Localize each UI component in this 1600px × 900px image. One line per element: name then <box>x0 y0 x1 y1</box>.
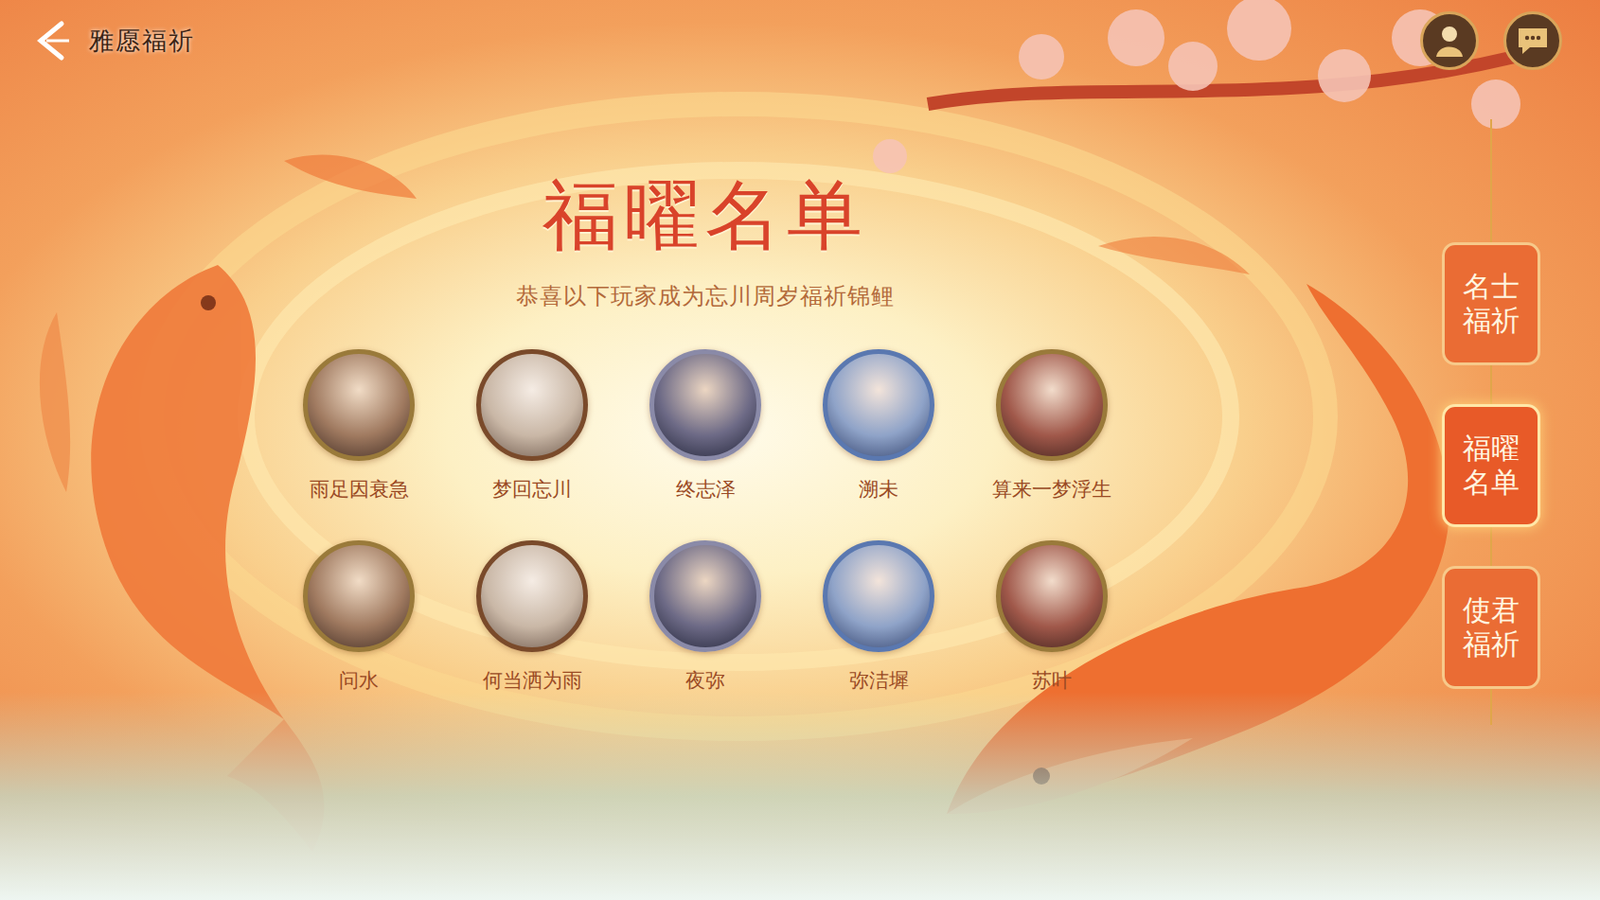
winner-avatar <box>465 530 599 663</box>
winner-name: 问水 <box>338 668 379 694</box>
panel-subtitle: 恭喜以下玩家成为忘川周岁福祈锦鲤 <box>515 282 895 311</box>
winner-card[interactable]: 问水 <box>272 530 446 694</box>
winner-name: 梦回忘川 <box>492 477 572 502</box>
winner-avatar <box>812 338 945 472</box>
side-tab[interactable]: 福曜名单 <box>1441 404 1541 528</box>
winner-name: 弥洁墀 <box>849 668 909 694</box>
winner-card[interactable]: 算来一梦浮生 <box>965 338 1139 502</box>
winner-card[interactable]: 终志泽 <box>619 338 793 502</box>
back-arrow-icon[interactable] <box>28 17 76 65</box>
character-button[interactable] <box>1420 11 1479 71</box>
winner-avatar <box>639 338 772 472</box>
winner-name: 算来一梦浮生 <box>992 477 1112 502</box>
winner-card[interactable]: 何当洒为雨 <box>445 530 620 694</box>
winner-name: 苏叶 <box>1031 668 1072 694</box>
chat-bubble-icon <box>1514 24 1551 57</box>
winner-name: 何当洒为雨 <box>482 668 583 694</box>
winner-name: 终志泽 <box>675 477 736 502</box>
winner-name: 雨足因衰急 <box>309 477 409 502</box>
winner-card[interactable]: 溯未 <box>792 338 966 502</box>
character-icon <box>1431 22 1468 59</box>
background-decor <box>0 0 1600 900</box>
winner-card[interactable]: 雨足因衰急 <box>272 338 446 502</box>
winner-avatar <box>465 338 599 472</box>
winner-name: 夜弥 <box>685 668 726 694</box>
header: 雅愿福祈 <box>0 0 1600 82</box>
winner-card[interactable]: 苏叶 <box>965 530 1139 694</box>
side-tab-label: 福曜名单 <box>1462 431 1520 500</box>
winner-card[interactable]: 夜弥 <box>619 530 793 694</box>
winner-avatar <box>812 530 945 663</box>
winner-name: 溯未 <box>858 477 899 502</box>
winner-avatar <box>292 530 426 663</box>
side-tab-label: 使君福祈 <box>1462 593 1520 662</box>
side-tab[interactable]: 使君福祈 <box>1441 566 1541 690</box>
winner-avatar <box>639 530 772 663</box>
side-tab-label: 名士福祈 <box>1462 269 1520 338</box>
side-tab[interactable]: 名士福祈 <box>1441 242 1541 366</box>
winner-grid: 雨足因衰急 梦回忘川 终志泽 溯未 算来一梦浮生问水 何当洒为雨 夜弥 弥洁墀 苏叶 <box>272 338 1139 694</box>
winner-card[interactable]: 弥洁墀 <box>792 530 966 694</box>
panel-title: 福曜名单 <box>542 168 869 264</box>
screen: 雅愿福祈 福曜名单 恭喜以下玩家成为忘川周岁福祈锦鲤 雨足因衰急 梦回忘川 终志泽 溯… <box>0 0 1600 900</box>
winner-avatar <box>985 338 1119 472</box>
chat-button[interactable] <box>1503 11 1563 71</box>
winner-card[interactable]: 梦回忘川 <box>445 338 620 502</box>
side-tabs: 名士福祈福曜名单使君福祈 <box>1410 81 1600 900</box>
winner-panel: 福曜名单 恭喜以下玩家成为忘川周岁福祈锦鲤 雨足因衰急 梦回忘川 终志泽 溯未 算来一梦… <box>0 81 1411 900</box>
winner-avatar <box>985 530 1119 663</box>
page-title: 雅愿福祈 <box>88 22 196 60</box>
winner-avatar <box>292 338 426 472</box>
